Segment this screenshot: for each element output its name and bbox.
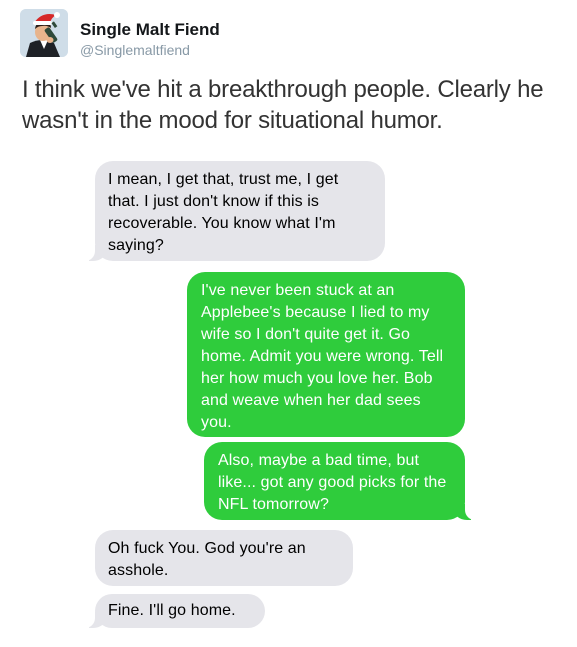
avatar-icon: [20, 9, 68, 57]
message-bubble-outgoing: Also, maybe a bad time, but like... got …: [204, 442, 477, 520]
message-text: Oh fuck You. God you're an asshole.: [108, 540, 306, 579]
message-bubble-incoming: I mean, I get that, trust me, I get that…: [83, 161, 385, 261]
message-text: I've never been stuck at an Applebee's b…: [201, 282, 444, 431]
message-text: Also, maybe a bad time, but like... got …: [218, 452, 447, 513]
tweet-text: I think we've hit a breakthrough people.…: [22, 76, 544, 134]
avatar[interactable]: [20, 9, 68, 57]
message-bubble-incoming: Fine. I'll go home.: [83, 594, 265, 628]
message-bubble-outgoing: I've never been stuck at an Applebee's b…: [187, 272, 465, 437]
author-handle[interactable]: @Singlemaltfiend: [80, 42, 190, 58]
message-text: I mean, I get that, trust me, I get that…: [108, 171, 339, 254]
message-text: Fine. I'll go home.: [108, 602, 236, 619]
message-screenshot: I mean, I get that, trust me, I get that…: [0, 150, 577, 630]
message-bubble-incoming: Oh fuck You. God you're an asshole.: [95, 530, 353, 586]
author-name[interactable]: Single Malt Fiend: [80, 20, 220, 40]
